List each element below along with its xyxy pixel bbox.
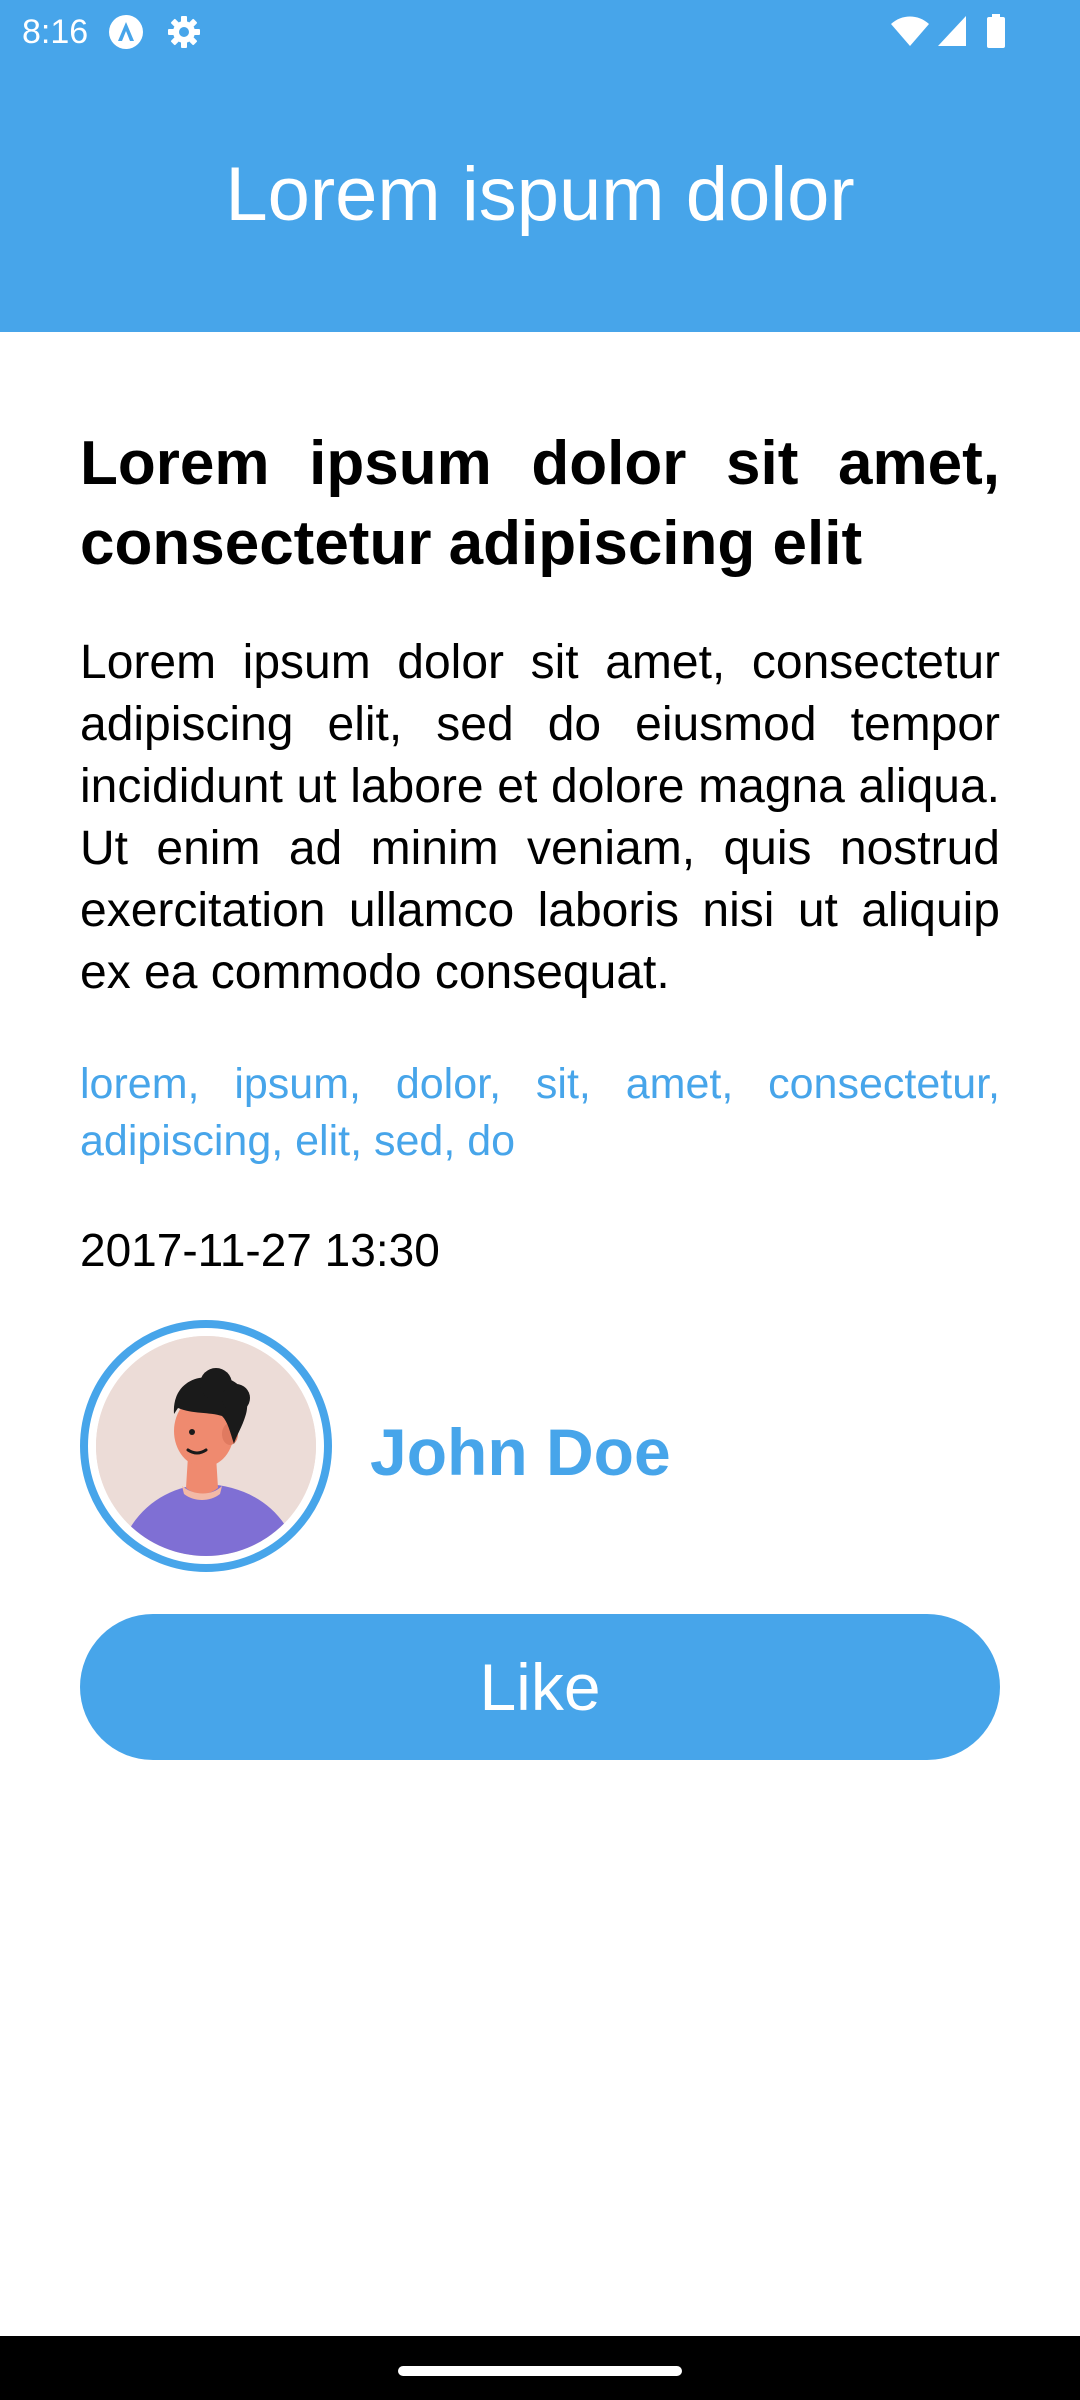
signal-icon (938, 16, 966, 46)
screen: 8:16 Lorem ispum dolor Lorem ipsum dolor… (0, 0, 1080, 2400)
article-timestamp: 2017-11-27 13:30 (80, 1224, 440, 1276)
status-bar: 8:16 (0, 0, 1080, 64)
like-button[interactable]: Like (80, 1614, 1000, 1760)
author-name[interactable]: John Doe (370, 1412, 671, 1492)
settings-gear-icon (168, 16, 200, 48)
avatar[interactable] (80, 1320, 332, 1572)
person-avatar-icon (96, 1336, 316, 1556)
app-notification-icon (109, 15, 143, 49)
avatar-image (96, 1336, 316, 1556)
author-row[interactable]: John Doe (80, 1320, 1000, 1574)
wifi-icon (891, 16, 929, 46)
article-content: Lorem ipsum dolor sit amet, consectetur … (80, 332, 1000, 1760)
article-body: Lorem ipsum dolor sit amet, consectetur … (80, 636, 1000, 999)
article-tags: lorem, ipsum, dolor, sit, amet, consecte… (80, 1060, 1000, 1165)
app-bar: Lorem ispum dolor (0, 64, 1080, 332)
battery-icon (987, 14, 1005, 48)
article-headline: Lorem ipsum dolor sit amet, consectetur … (80, 429, 1000, 578)
status-time: 8:16 (22, 13, 89, 51)
navigation-bar (0, 2336, 1080, 2400)
app-title: Lorem ispum dolor (225, 152, 855, 237)
home-gesture-handle[interactable] (398, 2366, 682, 2376)
